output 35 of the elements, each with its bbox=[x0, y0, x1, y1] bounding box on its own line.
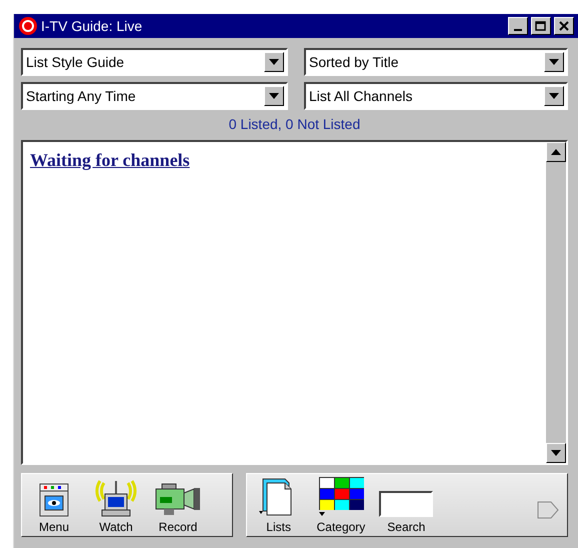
dropdown-field[interactable]: Starting Any Time bbox=[21, 82, 288, 110]
maximize-icon bbox=[535, 20, 547, 32]
close-icon bbox=[559, 21, 569, 31]
computer-antenna-icon bbox=[94, 479, 138, 517]
search-field[interactable] bbox=[379, 491, 434, 517]
listing-count: 0 Listed, 0 Not Listed bbox=[228, 116, 360, 132]
window-title: I-TV Guide: Live bbox=[41, 18, 144, 34]
minimize-button[interactable] bbox=[508, 17, 528, 35]
dropdown-field[interactable]: List All Channels bbox=[304, 82, 568, 110]
dropdown-arrow-icon bbox=[549, 59, 559, 65]
dropdown-field[interactable]: List Style Guide bbox=[21, 48, 288, 76]
window-eye-icon bbox=[39, 483, 69, 517]
down-arrow-icon bbox=[551, 450, 561, 456]
minimize-icon bbox=[514, 29, 522, 31]
menu-button[interactable]: Menu bbox=[30, 483, 78, 534]
scroll-down-button[interactable] bbox=[546, 443, 566, 463]
up-arrow-icon bbox=[551, 149, 561, 155]
category-button[interactable]: Category bbox=[316, 477, 366, 534]
video-camera-icon bbox=[154, 483, 202, 517]
search-label: Search bbox=[387, 520, 426, 534]
lists-button[interactable]: Lists bbox=[254, 477, 303, 534]
dropdown-arrow-icon bbox=[549, 93, 559, 99]
app-logo-icon bbox=[18, 16, 38, 36]
dropdown-arrow-icon bbox=[269, 93, 279, 99]
dropdown-field[interactable]: Sorted by Title bbox=[304, 48, 568, 76]
maximize-button[interactable] bbox=[531, 17, 551, 35]
scroll-up-button[interactable] bbox=[546, 142, 566, 162]
color-grid-icon bbox=[316, 477, 365, 517]
close-button[interactable] bbox=[554, 17, 574, 35]
listing-heading-link[interactable]: Waiting for channels bbox=[30, 150, 190, 170]
dropdown-arrow-icon bbox=[269, 59, 279, 65]
scrollbar[interactable] bbox=[546, 142, 566, 463]
watch-button[interactable]: Watch bbox=[92, 479, 140, 534]
record-button[interactable]: Record bbox=[154, 483, 202, 534]
next-arrow-icon[interactable] bbox=[537, 500, 559, 520]
